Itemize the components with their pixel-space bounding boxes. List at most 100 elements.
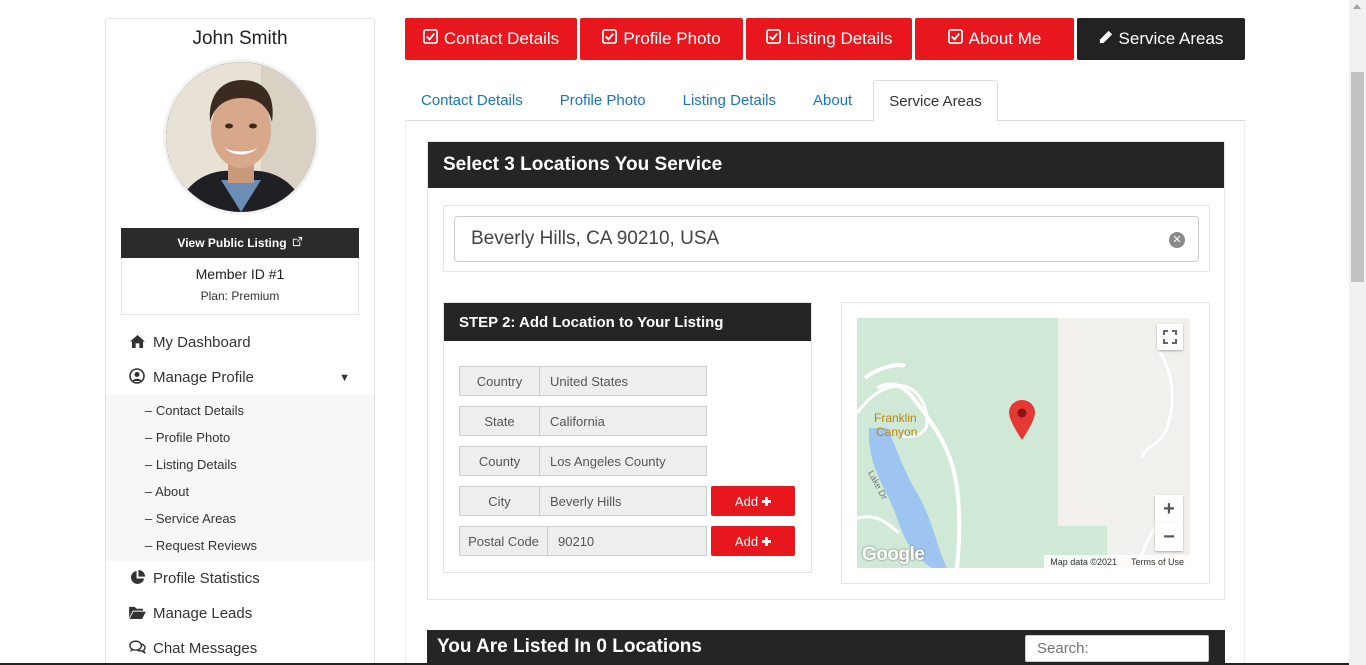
google-logo: Google — [862, 544, 925, 565]
submenu-item-about[interactable]: – About — [106, 478, 374, 505]
sidebar-item-label: Manage Leads — [153, 605, 253, 622]
service-areas-step-button[interactable]: Service Areas — [1077, 18, 1245, 60]
city-field[interactable]: Beverly Hills — [540, 486, 707, 516]
map-place-label: Franklin — [874, 411, 917, 425]
profile-photo-step-button[interactable]: Profile Photo — [580, 18, 743, 60]
scroll-up-arrow-icon[interactable] — [1353, 4, 1361, 9]
clear-icon[interactable]: ✕ — [1169, 232, 1185, 248]
city-label: City — [459, 486, 540, 516]
check-square-icon — [765, 29, 781, 49]
listed-locations-panel: You Are Listed In 0 Locations — [427, 630, 1225, 665]
state-field[interactable]: California — [540, 406, 707, 436]
caret-down-icon[interactable]: ▼ — [339, 372, 350, 384]
locations-panel-title: Select 3 Locations You Service — [428, 142, 1224, 188]
member-info: Member ID #1 Plan: Premium — [121, 258, 359, 315]
listed-locations-search-input[interactable] — [1025, 635, 1209, 662]
plus-icon — [762, 534, 772, 549]
postal-code-row: Postal Code 90210 — [459, 526, 707, 556]
submenu-item-contact-details[interactable]: – Contact Details — [106, 397, 374, 424]
page: John Smith View Public Listing Member ID… — [0, 0, 1366, 665]
map-marker-icon[interactable] — [1009, 400, 1035, 445]
view-public-listing-button[interactable]: View Public Listing — [121, 228, 359, 258]
tab-content: Select 3 Locations You Service ✕ STEP 2:… — [405, 121, 1245, 665]
state-label: State — [459, 406, 540, 436]
view-public-listing-label: View Public Listing — [177, 236, 287, 250]
country-row: Country United States — [459, 366, 707, 396]
add-postal-code-label: Add — [734, 533, 759, 549]
manage-profile-submenu: – Contact Details – Profile Photo – List… — [106, 395, 374, 561]
pencil-icon — [1099, 29, 1113, 49]
tab-about[interactable]: About — [792, 80, 873, 121]
map-panel: Franklin Canyon Lake Dr + − Google Map d… — [841, 302, 1210, 584]
add-city-button[interactable]: Add — [711, 486, 795, 516]
submenu-item-service-areas[interactable]: – Service Areas — [106, 505, 374, 532]
about-me-step-button[interactable]: About Me — [915, 18, 1074, 60]
chat-bubbles-icon — [128, 640, 146, 657]
add-city-label: Add — [734, 493, 759, 509]
county-row: County Los Angeles County — [459, 446, 707, 476]
tab-listing-details[interactable]: Listing Details — [667, 80, 792, 121]
submenu-item-profile-photo[interactable]: – Profile Photo — [106, 424, 374, 451]
location-search-box: ✕ — [443, 205, 1210, 272]
sidebar-item-leads[interactable]: Manage Leads — [106, 596, 374, 631]
map-data-label: Map data ©2021 — [1050, 556, 1117, 567]
avatar — [163, 59, 319, 215]
check-square-icon — [947, 29, 963, 49]
country-field[interactable]: United States — [540, 366, 707, 396]
location-search-input[interactable] — [454, 216, 1199, 262]
profile-photo-step-label: Profile Photo — [623, 29, 721, 48]
map[interactable]: Franklin Canyon Lake Dr + − Google Map d… — [857, 318, 1190, 568]
avatar-photo — [166, 62, 316, 212]
submenu-item-request-reviews[interactable]: – Request Reviews — [106, 532, 374, 559]
pie-chart-icon — [128, 569, 146, 588]
profile-steps-bar: Contact Details Profile Photo Listing De… — [405, 18, 1245, 60]
sidebar-item-dashboard[interactable]: My Dashboard — [106, 325, 374, 360]
listed-locations-title: You Are Listed In 0 Locations — [437, 636, 702, 657]
fullscreen-icon[interactable] — [1157, 324, 1183, 350]
external-link-icon — [292, 236, 303, 250]
locations-panel: Select 3 Locations You Service ✕ STEP 2:… — [427, 141, 1225, 600]
user-name: John Smith — [192, 28, 288, 49]
user-circle-icon — [128, 368, 146, 387]
country-label: Country — [459, 366, 540, 396]
sidebar-item-manage-profile[interactable]: Manage Profile ▼ — [106, 360, 374, 395]
map-attribution: Map data ©2021 Terms of Use — [1044, 555, 1190, 568]
tab-contact-details[interactable]: Contact Details — [405, 80, 539, 121]
state-row: State California — [459, 406, 707, 436]
folder-open-icon — [128, 606, 146, 622]
sidebar: John Smith View Public Listing Member ID… — [105, 18, 375, 665]
zoom-in-button[interactable]: + — [1155, 495, 1183, 523]
sidebar-item-chat[interactable]: Chat Messages — [106, 631, 374, 665]
about-me-step-label: About Me — [968, 29, 1042, 48]
postal-code-field[interactable]: 90210 — [548, 526, 707, 556]
page-scrollbar[interactable] — [1349, 0, 1366, 665]
submenu-item-listing-details[interactable]: – Listing Details — [106, 451, 374, 478]
terms-of-use-link[interactable]: Terms of Use — [1131, 557, 1184, 567]
county-label: County — [459, 446, 540, 476]
postal-code-label: Postal Code — [459, 526, 548, 556]
listing-details-step-button[interactable]: Listing Details — [746, 18, 912, 60]
contact-details-step-label: Contact Details — [443, 29, 560, 48]
map-place-label: Canyon — [876, 425, 918, 439]
member-plan: Plan: Premium — [200, 289, 280, 303]
add-postal-code-button[interactable]: Add — [711, 526, 795, 556]
tab-service-areas[interactable]: Service Areas — [873, 80, 998, 122]
scrollbar-thumb[interactable] — [1351, 72, 1364, 282]
sidebar-item-statistics[interactable]: Profile Statistics — [106, 561, 374, 596]
sidebar-item-label: Profile Statistics — [153, 570, 260, 587]
step2-panel: STEP 2: Add Location to Your Listing Cou… — [443, 302, 812, 573]
profile-tabs: Contact Details Profile Photo Listing De… — [405, 80, 1245, 122]
zoom-out-button[interactable]: − — [1155, 523, 1183, 551]
member-id: Member ID #1 — [195, 266, 285, 282]
home-icon — [128, 334, 146, 351]
check-square-icon — [422, 29, 438, 49]
county-field[interactable]: Los Angeles County — [540, 446, 707, 476]
tab-profile-photo[interactable]: Profile Photo — [539, 80, 667, 121]
listing-details-step-label: Listing Details — [786, 29, 893, 48]
sidebar-item-label: Manage Profile — [153, 369, 254, 386]
contact-details-step-button[interactable]: Contact Details — [405, 18, 577, 60]
sidebar-item-label: Chat Messages — [153, 640, 258, 657]
sidebar-nav: My Dashboard Manage Profile ▼ – Contact … — [106, 325, 374, 665]
service-areas-step-label: Service Areas — [1118, 29, 1224, 48]
check-square-icon — [602, 29, 618, 49]
